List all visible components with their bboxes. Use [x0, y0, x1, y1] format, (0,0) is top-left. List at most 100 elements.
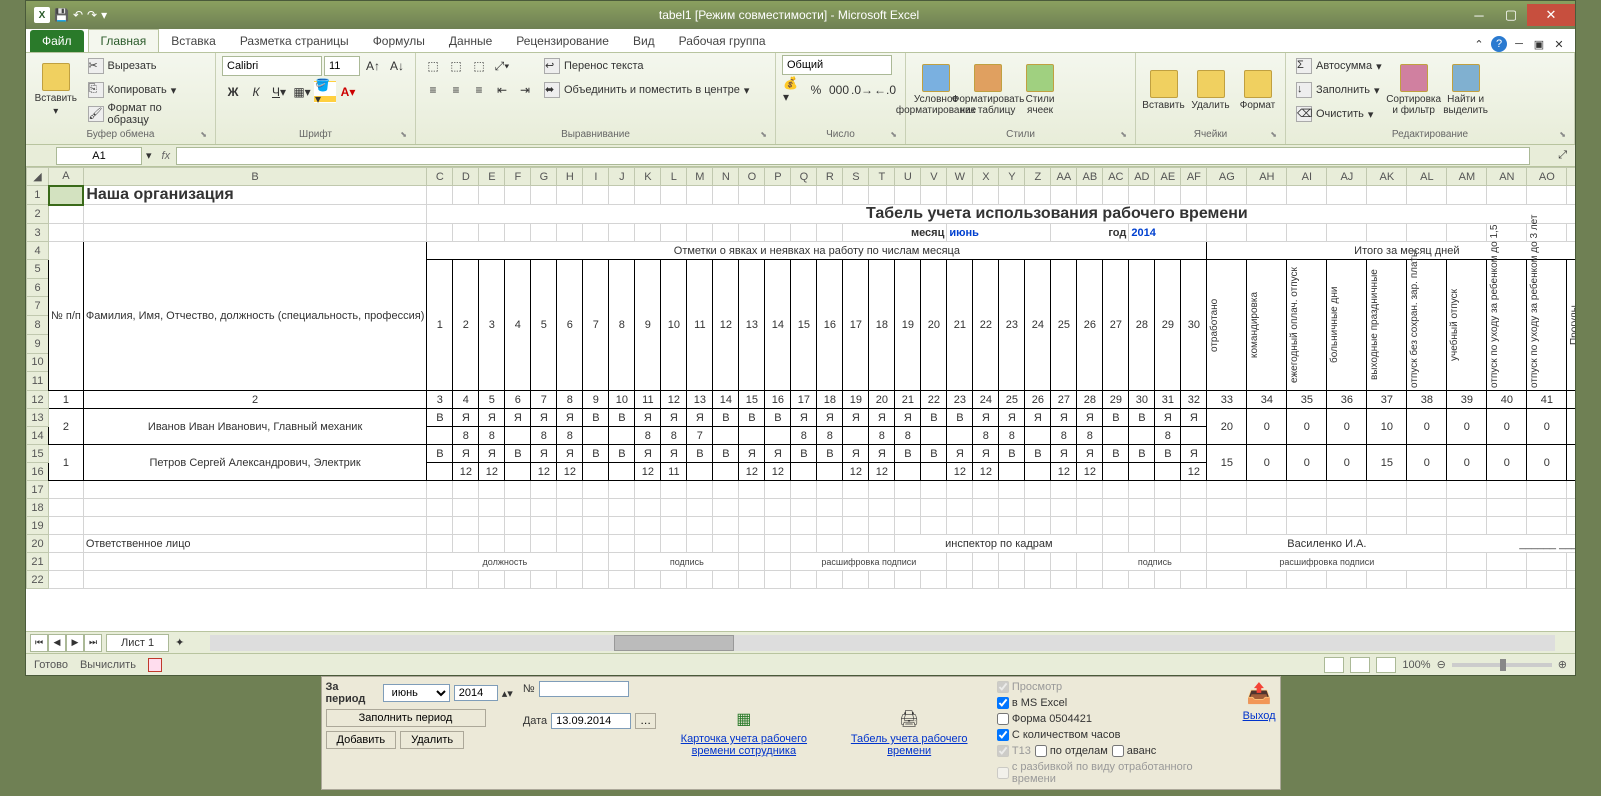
- sheet-nav-next[interactable]: ▶: [66, 634, 84, 652]
- sheet-tab-1[interactable]: Лист 1: [106, 634, 169, 652]
- form-checkbox[interactable]: [997, 713, 1009, 725]
- ribbon-minimize-icon[interactable]: ⌃: [1471, 36, 1487, 52]
- inc-decimal-button[interactable]: .0→: [851, 79, 873, 101]
- col-header[interactable]: I: [583, 168, 609, 186]
- row-header[interactable]: 8: [27, 316, 49, 335]
- row-header[interactable]: 12: [27, 391, 49, 409]
- cell-A1[interactable]: [49, 186, 84, 205]
- col-header[interactable]: G: [531, 168, 557, 186]
- col-header[interactable]: X: [973, 168, 999, 186]
- col-header[interactable]: AL: [1407, 168, 1447, 186]
- align-right-button[interactable]: ≡: [468, 79, 490, 101]
- delete-button[interactable]: Удалить: [400, 731, 464, 749]
- col-header[interactable]: AA: [1051, 168, 1077, 186]
- percent-button[interactable]: %: [805, 79, 827, 101]
- exit-link[interactable]: Выход: [1243, 710, 1276, 722]
- col-header[interactable]: A: [49, 168, 84, 186]
- tab-file[interactable]: Файл: [30, 30, 84, 52]
- col-header[interactable]: AG: [1207, 168, 1247, 186]
- minimize-button[interactable]: ─: [1463, 4, 1495, 26]
- row-header[interactable]: 7: [27, 297, 49, 316]
- select-all-corner[interactable]: ◢: [27, 168, 49, 186]
- wrap-text-button[interactable]: ↩Перенос текста: [540, 55, 753, 77]
- doc-title[interactable]: Табель учета использования рабочего врем…: [427, 205, 1575, 224]
- row-header[interactable]: 17: [27, 481, 49, 499]
- col-header[interactable]: AE: [1155, 168, 1181, 186]
- help-icon[interactable]: ?: [1491, 36, 1507, 52]
- format-cells-button[interactable]: Формат: [1236, 55, 1279, 125]
- fx-icon[interactable]: fx: [156, 150, 177, 162]
- col-header[interactable]: W: [947, 168, 973, 186]
- excel-checkbox[interactable]: [997, 697, 1009, 709]
- indent-dec-button[interactable]: ⇤: [491, 79, 513, 101]
- align-left-button[interactable]: ≡: [422, 79, 444, 101]
- sheet-nav-last[interactable]: ⏭: [84, 634, 102, 652]
- italic-button[interactable]: К: [245, 81, 267, 103]
- employee-card-link[interactable]: Карточка учета рабочего времени сотрудни…: [666, 733, 821, 757]
- col-header[interactable]: C: [427, 168, 453, 186]
- horizontal-scrollbar[interactable]: [210, 635, 1555, 651]
- doc-close-icon[interactable]: ✕: [1551, 36, 1567, 52]
- col-header[interactable]: AK: [1367, 168, 1407, 186]
- border-button[interactable]: ▦▾: [291, 81, 313, 103]
- col-header[interactable]: F: [505, 168, 531, 186]
- comma-button[interactable]: 000: [828, 79, 850, 101]
- col-header[interactable]: M: [687, 168, 713, 186]
- insert-cells-button[interactable]: Вставить: [1142, 55, 1185, 125]
- org-name[interactable]: Наша организация: [83, 186, 427, 205]
- tab-formulas[interactable]: Формулы: [361, 30, 437, 52]
- add-button[interactable]: Добавить: [326, 731, 397, 749]
- qat-more[interactable]: ▾: [101, 8, 107, 22]
- col-header[interactable]: AI: [1287, 168, 1327, 186]
- tab-workgroup[interactable]: Рабочая группа: [667, 30, 778, 52]
- col-header[interactable]: U: [895, 168, 921, 186]
- tab-home[interactable]: Главная: [88, 29, 160, 52]
- col-header[interactable]: O: [739, 168, 765, 186]
- tab-insert[interactable]: Вставка: [159, 30, 228, 52]
- merge-center-button[interactable]: ⬌Объединить и поместить в центре▾: [540, 79, 753, 101]
- indent-inc-button[interactable]: ⇥: [514, 79, 536, 101]
- tab-layout[interactable]: Разметка страницы: [228, 30, 361, 52]
- qat-save[interactable]: 💾: [54, 8, 69, 22]
- col-header[interactable]: K: [635, 168, 661, 186]
- row-header[interactable]: 21: [27, 553, 49, 571]
- col-header[interactable]: B: [83, 168, 427, 186]
- font-color-button[interactable]: A▾: [337, 81, 359, 103]
- row-header[interactable]: 4: [27, 242, 49, 260]
- grow-font-button[interactable]: A↑: [362, 55, 384, 77]
- sort-filter-button[interactable]: Сортировка и фильтр: [1390, 55, 1438, 125]
- row-header[interactable]: 10: [27, 353, 49, 372]
- autosum-button[interactable]: ΣАвтосумма▾: [1292, 55, 1386, 77]
- status-record-icon[interactable]: [148, 658, 162, 672]
- col-header[interactable]: D: [453, 168, 479, 186]
- doc-minimize-icon[interactable]: ─: [1511, 36, 1527, 52]
- row-header[interactable]: 14: [27, 427, 49, 445]
- paste-button[interactable]: Вставить▾: [32, 55, 80, 125]
- font-name-select[interactable]: [222, 56, 322, 76]
- align-top-button[interactable]: ⬚: [422, 55, 444, 77]
- row-header[interactable]: 13: [27, 409, 49, 427]
- col-header[interactable]: R: [817, 168, 843, 186]
- fill-button[interactable]: ↓Заполнить▾: [1292, 79, 1386, 101]
- year-spinner[interactable]: ▴▾: [502, 687, 513, 700]
- col-header[interactable]: P: [765, 168, 791, 186]
- row-header[interactable]: 9: [27, 334, 49, 353]
- bydept-checkbox[interactable]: [1035, 745, 1047, 757]
- zoom-slider[interactable]: [1452, 663, 1552, 667]
- row-header[interactable]: 11: [27, 372, 49, 391]
- row-header[interactable]: 18: [27, 499, 49, 517]
- number-format-select[interactable]: [782, 55, 892, 75]
- find-select-button[interactable]: Найти и выделить: [1442, 55, 1490, 125]
- col-header[interactable]: N: [713, 168, 739, 186]
- col-header[interactable]: AM: [1447, 168, 1487, 186]
- fill-period-button[interactable]: Заполнить период: [326, 709, 486, 727]
- formula-expand-icon[interactable]: ⤢: [1550, 149, 1575, 162]
- doc-restore-icon[interactable]: ▣: [1531, 36, 1547, 52]
- bold-button[interactable]: Ж: [222, 81, 244, 103]
- row-header[interactable]: 3: [27, 224, 49, 242]
- cut-button[interactable]: ✂Вырезать: [84, 55, 209, 77]
- formula-input[interactable]: [176, 147, 1530, 165]
- orientation-button[interactable]: ⤢▾: [491, 55, 513, 77]
- col-header[interactable]: V: [921, 168, 947, 186]
- col-header[interactable]: AD: [1129, 168, 1155, 186]
